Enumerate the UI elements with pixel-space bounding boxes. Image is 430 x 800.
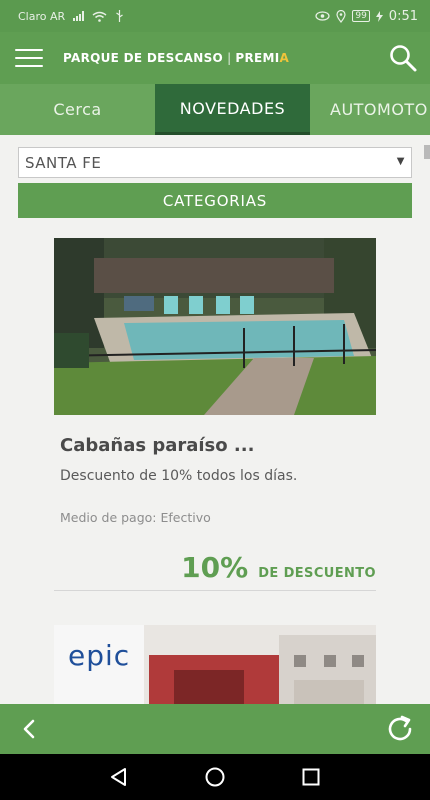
wifi-icon bbox=[92, 11, 107, 22]
discount-value: 10% bbox=[181, 551, 249, 584]
battery-icon: 99 bbox=[352, 10, 370, 22]
epic-logo: epic bbox=[68, 639, 131, 672]
brand-logo: PREMIA bbox=[235, 51, 290, 65]
tab-bar: Cerca NOVEDADES AUTOMOTO bbox=[0, 84, 430, 135]
back-chevron-icon[interactable] bbox=[18, 716, 40, 742]
nav-recent-apps-icon[interactable] bbox=[299, 765, 323, 789]
scrollbar[interactable] bbox=[424, 145, 430, 159]
tab-novedades[interactable]: NOVEDADES bbox=[155, 84, 310, 135]
search-icon[interactable] bbox=[388, 43, 418, 73]
location-icon bbox=[336, 9, 346, 23]
app-title: PARQUE DE DESCANSO | PREMIA bbox=[63, 51, 290, 65]
province-select-value: SANTA FE bbox=[25, 153, 102, 172]
card-image: epic bbox=[54, 625, 376, 704]
usb-icon bbox=[116, 10, 123, 22]
benefit-card[interactable]: Cabañas paraíso ... Descuento de 10% tod… bbox=[54, 238, 376, 591]
dropdown-arrow-icon: ▼ bbox=[396, 156, 405, 167]
refresh-icon[interactable] bbox=[384, 713, 416, 745]
content-area[interactable]: SANTA FE ▼ CATEGORIAS Cabañas paraíso ..… bbox=[0, 135, 430, 704]
hamburger-menu-icon[interactable] bbox=[15, 49, 43, 67]
charging-icon bbox=[375, 10, 383, 22]
carrier-text: Claro AR bbox=[18, 9, 66, 23]
nav-home-icon[interactable] bbox=[203, 765, 227, 789]
tab-cerca[interactable]: Cerca bbox=[0, 84, 155, 135]
system-nav-bar bbox=[0, 754, 430, 800]
app-bar: PARQUE DE DESCANSO | PREMIA bbox=[0, 32, 430, 84]
eye-icon bbox=[315, 11, 330, 21]
signal-icon bbox=[73, 11, 85, 21]
bottom-bar bbox=[0, 704, 430, 754]
benefit-card[interactable]: epic bbox=[54, 625, 376, 704]
discount-label: DE DESCUENTO bbox=[258, 566, 376, 581]
card-image bbox=[54, 238, 376, 415]
clock-text: 0:51 bbox=[388, 8, 418, 24]
card-payment-method: Medio de pago: Efectivo bbox=[60, 510, 211, 525]
card-description: Descuento de 10% todos los días. bbox=[60, 468, 298, 484]
card-title: Cabañas paraíso ... bbox=[60, 435, 255, 456]
status-bar: Claro AR 99 0:51 bbox=[0, 0, 430, 32]
categories-button[interactable]: CATEGORIAS bbox=[18, 183, 412, 218]
tab-automoto[interactable]: AUTOMOTO bbox=[310, 84, 430, 135]
app-title-text: PARQUE DE DESCANSO bbox=[63, 51, 224, 65]
discount-row: 10% DE DESCUENTO bbox=[54, 551, 376, 591]
province-select[interactable]: SANTA FE ▼ bbox=[18, 147, 412, 178]
nav-back-icon[interactable] bbox=[107, 765, 131, 789]
